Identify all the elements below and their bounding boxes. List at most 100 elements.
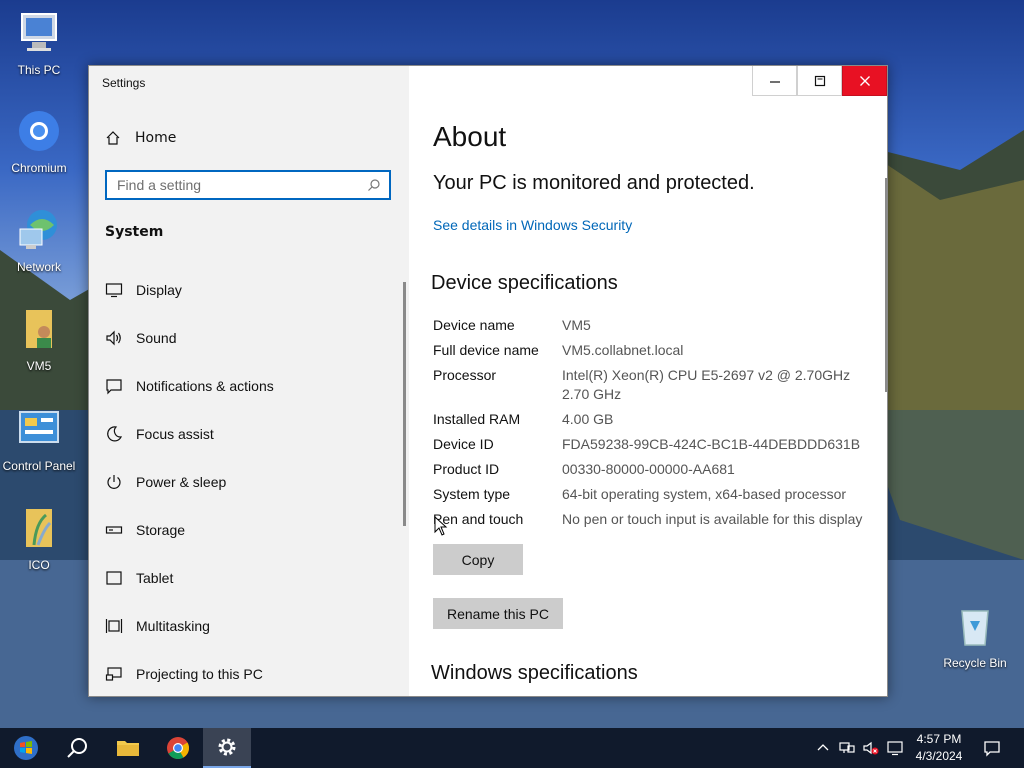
spec-key: Device ID (433, 436, 494, 452)
device-specifications-heading: Device specifications (431, 272, 618, 294)
spec-key: Processor (433, 367, 497, 383)
desktop-icon-this-pc[interactable]: This PC (0, 10, 78, 77)
sidebar-item-label: Storage (136, 522, 186, 538)
spec-value: 00330-80000-00000-AA681 (562, 461, 735, 477)
desktop-icon-network[interactable]: Network (0, 207, 78, 274)
rename-pc-button[interactable]: Rename this PC (433, 598, 563, 629)
sidebar-item-label: Notifications & actions (136, 378, 274, 394)
user-folder-icon (26, 310, 52, 348)
spec-value: No pen or touch input is available for t… (562, 511, 863, 527)
spec-key: Device name (433, 317, 515, 333)
notification-icon (984, 741, 1000, 757)
desktop-icon-recycle-bin[interactable]: Recycle Bin (936, 603, 1014, 670)
taskbar-search-button[interactable] (54, 728, 102, 768)
sidebar-item-focus-assist[interactable]: Focus assist (89, 410, 409, 458)
computer-icon (21, 13, 57, 51)
desktop-icon-label: Recycle Bin (943, 656, 1007, 670)
sidebar-item-label: Tablet (136, 570, 174, 586)
clock-date: 4/3/2024 (915, 749, 963, 763)
sidebar-item-multitasking[interactable]: Multitasking (89, 602, 409, 650)
chevron-up-icon (817, 744, 829, 751)
search-icon (67, 738, 87, 758)
clock-time: 4:57 PM (916, 732, 962, 746)
show-hidden-icons-button[interactable] (812, 728, 834, 768)
desktop-icon-label: Network (16, 260, 61, 274)
spec-key: System type (433, 486, 511, 502)
gear-icon (218, 738, 236, 756)
monitor-icon (105, 283, 123, 298)
sidebar-item-power-sleep[interactable]: Power & sleep (89, 458, 409, 506)
sidebar-item-label: Projecting to this PC (136, 666, 263, 682)
spec-row: Installed RAM 4.00 GB (433, 410, 873, 429)
spec-key: Pen and touch (433, 511, 524, 527)
sidebar-scrollbar[interactable] (403, 282, 406, 526)
volume-tray-button[interactable] (860, 728, 882, 768)
chromium-icon (19, 111, 59, 151)
sidebar-item-tablet[interactable]: Tablet (89, 554, 409, 602)
sidebar-item-notifications[interactable]: Notifications & actions (89, 362, 409, 410)
spec-row: Device name VM5 (433, 316, 873, 335)
sidebar-nav: Display Sound Notifications & actions Fo… (89, 266, 409, 696)
desktop-icon-label: Chromium (11, 161, 67, 175)
spec-row: System type 64-bit operating system, x64-… (433, 485, 873, 504)
windows-start-icon (14, 736, 38, 760)
display-icon (887, 741, 903, 756)
tablet-icon (106, 571, 122, 585)
sidebar-item-storage[interactable]: Storage (89, 506, 409, 554)
chrome-icon (167, 737, 189, 759)
sidebar-item-display[interactable]: Display (89, 266, 409, 314)
search-input[interactable] (107, 172, 367, 198)
about-content: About Your PC is monitored and protected… (409, 66, 887, 696)
action-center-button[interactable] (978, 728, 1006, 768)
spec-key: Product ID (433, 461, 500, 477)
home-nav-item[interactable]: Home (105, 130, 176, 146)
folder-icon (26, 509, 52, 547)
notification-icon (106, 379, 122, 395)
copy-button[interactable]: Copy (433, 544, 523, 575)
home-icon (106, 131, 120, 145)
sidebar-item-projecting[interactable]: Projecting to this PC (89, 650, 409, 696)
desktop-icon-label: ICO (28, 558, 50, 572)
desktop-icon-control-panel[interactable]: Control Panel (0, 406, 78, 473)
start-button[interactable] (2, 728, 50, 768)
spec-value: Intel(R) Xeon(R) CPU E5-2697 v2 @ 2.70GH… (562, 367, 851, 402)
sidebar-item-label: Sound (136, 330, 177, 346)
content-scrollbar[interactable] (885, 178, 887, 392)
spec-row: Full device name VM5.collabnet.local (433, 341, 873, 360)
recycle-bin-icon (961, 610, 989, 646)
spec-value: FDA59238-99CB-424C-BC1B-44DEBDDD631B (562, 436, 861, 452)
control-panel-icon (19, 411, 59, 443)
sidebar-item-label: Power & sleep (136, 474, 227, 490)
desktop-icon-chromium[interactable]: Chromium (0, 108, 78, 175)
desktop-icon-label: VM5 (26, 359, 52, 373)
sidebar-section-heading: System (105, 224, 164, 240)
windows-security-link[interactable]: See details in Windows Security (433, 217, 632, 233)
network-icon (839, 742, 855, 753)
spec-row: Product ID 00330-80000-00000-AA681 (433, 460, 873, 479)
sidebar-item-sound[interactable]: Sound (89, 314, 409, 362)
power-icon (107, 475, 121, 489)
search-box[interactable] (105, 170, 391, 200)
desktop-icon-label: This PC (17, 63, 61, 77)
windows-specifications-heading: Windows specifications (431, 662, 638, 684)
network-tray-button[interactable] (836, 728, 858, 768)
taskbar-clock[interactable]: 4:57 PM 4/3/2024 (908, 731, 970, 765)
spec-row: Pen and touch No pen or touch input is av… (433, 510, 873, 529)
protection-status: Your PC is monitored and protected. (433, 172, 755, 194)
desktop-icon-label: Control Panel (2, 459, 76, 473)
spec-row: Processor Intel(R) Xeon(R) CPU E5-2697 v2… (433, 366, 873, 404)
spec-value: VM5 (562, 317, 591, 333)
desktop-icon-vm5[interactable]: VM5 (0, 306, 78, 373)
page-title: About (433, 121, 507, 152)
search-icon[interactable] (367, 178, 381, 192)
device-specs-list: Device name VM5 Full device name VM5.colla… (433, 316, 873, 535)
display-tray-button[interactable] (884, 728, 906, 768)
taskbar-chrome[interactable] (154, 728, 202, 768)
spec-key: Installed RAM (433, 411, 521, 427)
mouse-cursor-icon (434, 516, 448, 536)
volume-muted-icon (863, 741, 879, 755)
sidebar-item-label: Focus assist (136, 426, 214, 442)
desktop-icon-ico[interactable]: ICO (0, 505, 78, 572)
taskbar-settings[interactable] (203, 728, 251, 768)
taskbar-file-explorer[interactable] (104, 728, 152, 768)
